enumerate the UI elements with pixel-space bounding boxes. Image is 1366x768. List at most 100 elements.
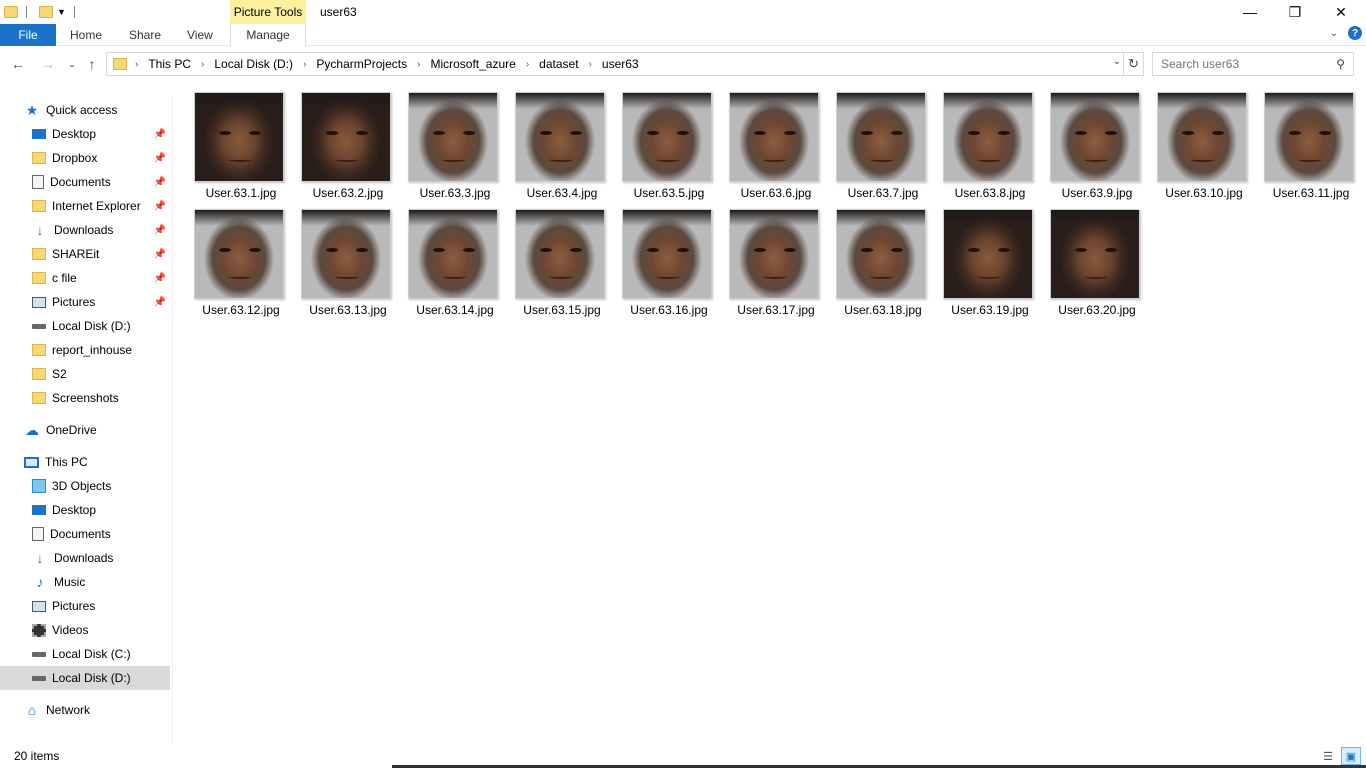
pin-icon: 📌 <box>153 200 166 212</box>
details-view-button[interactable]: ☰ <box>1318 747 1338 765</box>
image-thumbnail <box>943 209 1033 299</box>
sidebar-item-shareit[interactable]: SHAREit 📌 <box>0 242 170 266</box>
file-tile[interactable]: User.63.16.jpg <box>614 205 718 319</box>
file-tile[interactable]: User.63.19.jpg <box>935 205 1039 319</box>
sidebar-item-this-pc[interactable]: This PC <box>0 450 170 474</box>
image-thumbnail <box>1050 209 1140 299</box>
file-tile[interactable]: User.63.18.jpg <box>828 205 932 319</box>
file-tile[interactable]: User.63.4.jpg <box>507 88 611 202</box>
file-tile[interactable]: User.63.15.jpg <box>507 205 611 319</box>
pane-divider[interactable] <box>172 96 173 744</box>
sidebar-item-local-disk-d-recent[interactable]: Local Disk (D:) <box>0 314 170 338</box>
help-icon[interactable]: ? <box>1348 26 1362 40</box>
breadcrumb: › This PC › Local Disk (D:) › PycharmPro… <box>135 57 649 71</box>
file-tile[interactable]: User.63.1.jpg <box>186 88 290 202</box>
sidebar-item-documents[interactable]: Documents 📌 <box>0 170 170 194</box>
chevron-right-icon[interactable]: › <box>303 59 306 70</box>
sidebar-item-videos[interactable]: Videos <box>0 618 170 642</box>
tab-share[interactable]: Share <box>129 24 161 46</box>
sidebar-item-report-inhouse[interactable]: report_inhouse <box>0 338 170 362</box>
file-tile[interactable]: User.63.6.jpg <box>721 88 825 202</box>
close-button[interactable]: ✕ <box>1318 0 1364 24</box>
sidebar-item-label: SHAREit <box>52 247 100 261</box>
file-tile[interactable]: User.63.5.jpg <box>614 88 718 202</box>
file-tile[interactable]: User.63.20.jpg <box>1042 205 1146 319</box>
tab-file[interactable]: File <box>0 24 56 46</box>
sidebar-item-internet-explorer[interactable]: Internet Explorer 📌 <box>0 194 170 218</box>
search-box[interactable]: ⚲ <box>1152 52 1354 76</box>
file-tile[interactable]: User.63.11.jpg <box>1256 88 1360 202</box>
sidebar-item-desktop-pc[interactable]: Desktop <box>0 498 170 522</box>
back-button[interactable]: ← <box>8 54 28 74</box>
chevron-right-icon[interactable]: › <box>417 59 420 70</box>
file-tile[interactable]: User.63.7.jpg <box>828 88 932 202</box>
sidebar-item-label: Downloads <box>54 223 114 237</box>
address-bar[interactable]: › This PC › Local Disk (D:) › PycharmPro… <box>106 52 1124 76</box>
crumb-local-disk-d[interactable]: Local Disk (D:) <box>214 57 293 71</box>
sidebar-item-downloads-pc[interactable]: ↓ Downloads <box>0 546 170 570</box>
up-button[interactable]: ↑ <box>82 54 102 74</box>
customize-toolbar-icon[interactable]: ▼ <box>57 7 66 17</box>
refresh-button[interactable]: ↻ <box>1124 52 1144 76</box>
file-name: User.63.12.jpg <box>202 303 280 317</box>
3d-objects-icon <box>32 479 46 493</box>
sidebar-item-onedrive[interactable]: ☁ OneDrive <box>0 418 170 442</box>
crumb-microsoft-azure[interactable]: Microsoft_azure <box>430 57 515 71</box>
file-tile[interactable]: User.63.9.jpg <box>1042 88 1146 202</box>
forward-button[interactable]: → <box>38 54 58 74</box>
file-tile[interactable]: User.63.8.jpg <box>935 88 1039 202</box>
folder-icon <box>32 344 46 356</box>
file-tile[interactable]: User.63.2.jpg <box>293 88 397 202</box>
crumb-user63[interactable]: user63 <box>602 57 639 71</box>
tab-view[interactable]: View <box>187 24 213 46</box>
restore-button[interactable]: ❐ <box>1272 0 1318 24</box>
file-tile[interactable]: User.63.13.jpg <box>293 205 397 319</box>
sidebar-item-screenshots[interactable]: Screenshots <box>0 386 170 410</box>
chevron-right-icon[interactable]: › <box>589 59 592 70</box>
chevron-right-icon[interactable]: › <box>526 59 529 70</box>
sidebar-item-s2[interactable]: S2 <box>0 362 170 386</box>
folder-icon <box>32 200 46 212</box>
file-name: User.63.13.jpg <box>309 303 387 317</box>
image-thumbnail <box>1264 92 1354 182</box>
sidebar-item-dropbox[interactable]: Dropbox 📌 <box>0 146 170 170</box>
sidebar-item-music[interactable]: ♪ Music <box>0 570 170 594</box>
sidebar-item-pictures-pc[interactable]: Pictures <box>0 594 170 618</box>
sidebar-item-3d-objects[interactable]: 3D Objects <box>0 474 170 498</box>
search-input[interactable] <box>1161 57 1331 71</box>
properties-folder-icon[interactable] <box>39 6 53 18</box>
sidebar-item-label: Quick access <box>46 103 118 117</box>
downloads-icon: ↓ <box>36 222 44 238</box>
tab-home[interactable]: Home <box>70 24 102 46</box>
file-tile[interactable]: User.63.10.jpg <box>1149 88 1253 202</box>
sidebar-item-local-disk-c[interactable]: Local Disk (C:) <box>0 642 170 666</box>
crumb-this-pc[interactable]: This PC <box>148 57 191 71</box>
file-name: User.63.16.jpg <box>630 303 708 317</box>
sidebar-item-c-file[interactable]: c file 📌 <box>0 266 170 290</box>
sidebar-item-network[interactable]: ⌂ Network <box>0 698 170 722</box>
crumb-pycharmprojects[interactable]: PycharmProjects <box>316 57 407 71</box>
file-tile[interactable]: User.63.12.jpg <box>186 205 290 319</box>
crumb-dataset[interactable]: dataset <box>539 57 578 71</box>
file-tile[interactable]: User.63.3.jpg <box>400 88 504 202</box>
sidebar-item-desktop[interactable]: Desktop 📌 <box>0 122 170 146</box>
sidebar-item-downloads[interactable]: ↓ Downloads 📌 <box>0 218 170 242</box>
chevron-right-icon[interactable]: › <box>201 59 204 70</box>
file-tile[interactable]: User.63.14.jpg <box>400 205 504 319</box>
minimize-button[interactable]: — <box>1227 0 1273 24</box>
tab-manage[interactable]: Manage <box>230 24 306 46</box>
recent-locations-button[interactable]: ⌄ <box>62 54 82 74</box>
file-name: User.63.10.jpg <box>1165 186 1243 200</box>
large-icons-view-button[interactable]: ▣ <box>1341 747 1361 765</box>
image-thumbnail <box>194 209 284 299</box>
sidebar-item-pictures[interactable]: Pictures 📌 <box>0 290 170 314</box>
sidebar-item-documents-pc[interactable]: Documents <box>0 522 170 546</box>
file-tile[interactable]: User.63.17.jpg <box>721 205 825 319</box>
expand-ribbon-icon[interactable]: ⌄ <box>1330 28 1338 39</box>
image-thumbnail <box>301 92 391 182</box>
sidebar-item-local-disk-d[interactable]: Local Disk (D:) <box>0 666 170 690</box>
address-history-dropdown-icon[interactable]: ⌄ <box>1113 56 1121 67</box>
folder-icon <box>32 392 46 404</box>
star-icon: ★ <box>25 101 39 118</box>
sidebar-item-quick-access[interactable]: ★ Quick access <box>0 98 170 122</box>
